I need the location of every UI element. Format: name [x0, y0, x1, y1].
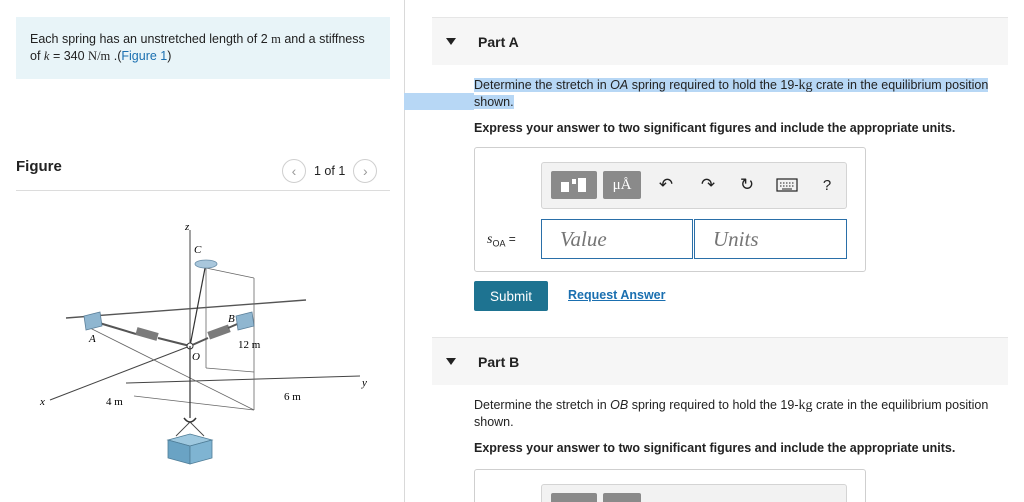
label-4m: 4 m: [106, 396, 123, 408]
y-axis-line: [125, 375, 361, 384]
construction-line-2: [205, 267, 255, 279]
qb-unit: kg: [798, 398, 813, 413]
support-a: [83, 311, 103, 331]
caret-down-icon: [446, 38, 456, 45]
k-value: = 340: [49, 49, 89, 63]
help-icon[interactable]: ?: [815, 173, 839, 197]
variable-label: sOA =: [487, 232, 516, 248]
figure-link[interactable]: Figure 1: [121, 49, 167, 63]
sling-right: [189, 421, 205, 437]
c-base-line: [205, 367, 255, 373]
part-a-header[interactable]: Part A: [432, 17, 1008, 65]
undo-icon[interactable]: ↶: [654, 173, 678, 197]
value-input[interactable]: [541, 219, 693, 259]
caret-down-icon: [446, 358, 456, 365]
label-z: z: [184, 221, 190, 233]
spring-ob: [207, 324, 231, 340]
figure-divider: [16, 190, 390, 191]
figure-title: Figure: [16, 158, 62, 175]
part-b-question: Determine the stretch in OB spring requi…: [474, 397, 994, 431]
spring-oa: [135, 327, 159, 341]
qa-prefix: Determine the stretch in: [474, 78, 611, 92]
label-12m: 12 m: [238, 339, 261, 351]
hook: [183, 417, 197, 423]
units-input[interactable]: [694, 219, 847, 259]
math-toolbar: μÅ ↶ ↷ ↻ ?: [541, 162, 847, 209]
label-b: B: [228, 313, 235, 325]
pager-text: 1 of 1: [314, 164, 346, 178]
selection-highlight: [404, 93, 474, 110]
part-b-header[interactable]: Part B: [432, 337, 1008, 385]
label-x: x: [39, 396, 45, 408]
mu-angstrom-icon[interactable]: [603, 493, 641, 502]
reset-icon[interactable]: ↻: [735, 173, 759, 197]
figure-link-prefix: .(: [110, 49, 122, 63]
dim-line-4m: [133, 395, 255, 411]
part-b-title: Part B: [478, 353, 520, 370]
length-unit: m: [271, 32, 281, 46]
label-y: y: [361, 377, 367, 389]
part-a-instruction: Express your answer to two significant f…: [474, 121, 956, 135]
label-a: A: [88, 333, 96, 345]
spring-oa-line-2: [157, 337, 191, 347]
chevron-right-icon[interactable]: ›: [353, 159, 378, 183]
qa-spring: OA: [610, 78, 629, 92]
support-c: [194, 259, 218, 269]
qb-spring: OB: [610, 398, 629, 412]
part-a-question: Determine the stretch in OA spring requi…: [474, 77, 994, 111]
qa-unit: kg: [798, 78, 813, 93]
redo-icon[interactable]: ↷: [696, 173, 720, 197]
left-panel: Each spring has an unstretched length of…: [0, 0, 405, 502]
sling-left: [175, 421, 191, 437]
qb-mid: spring required to hold the 19-: [628, 398, 799, 412]
label-c: C: [194, 244, 202, 256]
mu-angstrom-icon[interactable]: μÅ: [603, 171, 641, 199]
figure-pager: ‹ 1 of 1 ›: [282, 159, 378, 183]
submit-button[interactable]: Submit: [474, 281, 548, 311]
support-b: [235, 311, 255, 331]
keyboard-icon[interactable]: [775, 173, 799, 197]
part-b-instruction: Express your answer to two significant f…: [474, 441, 956, 455]
part-b-answer-box: [474, 469, 866, 502]
problem-text-1: Each spring has an unstretched length of…: [30, 32, 272, 46]
templates-icon[interactable]: [551, 493, 597, 502]
chevron-left-icon[interactable]: ‹: [282, 159, 306, 183]
spring-system-figure: z C B A O x y 12 m 4 m 6 m: [39, 221, 367, 465]
math-toolbar-b: [541, 484, 847, 502]
var-eq: =: [505, 232, 516, 246]
figure-link-suffix: ): [167, 49, 172, 63]
var-sub: OA: [492, 238, 506, 249]
part-a-answer-box: μÅ ↶ ↷ ↻ ? sOA =: [474, 147, 866, 272]
templates-icon[interactable]: [551, 171, 597, 199]
problem-statement: Each spring has an unstretched length of…: [16, 17, 390, 79]
qb-prefix: Determine the stretch in: [474, 398, 611, 412]
plane-line-top: [65, 299, 307, 319]
request-answer-link[interactable]: Request Answer: [568, 288, 665, 302]
x-axis-line: [49, 345, 191, 401]
cable-oc: [189, 262, 207, 347]
label-o: O: [192, 351, 200, 363]
label-6m: 6 m: [284, 391, 301, 403]
qa-mid: spring required to hold the 19-: [628, 78, 799, 92]
part-a-title: Part A: [478, 33, 519, 50]
k-unit: N/m: [88, 49, 111, 63]
